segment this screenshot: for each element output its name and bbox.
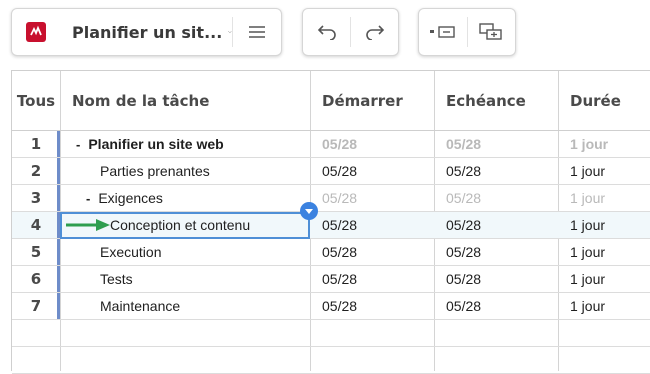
start-date-cell[interactable]: 05/28 [322, 212, 357, 238]
indent-toolbar [418, 8, 516, 56]
cell-dropdown-button[interactable] [300, 202, 318, 220]
duration-cell[interactable]: 1 jour [570, 293, 605, 319]
end-date-cell[interactable]: 05/28 [446, 212, 481, 238]
task-name-cell[interactable]: Maintenance [100, 293, 180, 319]
task-name-cell[interactable]: Conception et contenu [110, 212, 250, 238]
collapse-icon[interactable]: - [76, 137, 80, 152]
menu-button[interactable] [233, 9, 281, 55]
end-date-cell[interactable]: 05/28 [446, 239, 481, 265]
column-header-end[interactable]: Echéance [446, 71, 558, 131]
end-date-cell[interactable]: 05/28 [446, 158, 481, 184]
empty-row[interactable] [12, 347, 650, 374]
start-date-cell[interactable]: 05/28 [322, 293, 357, 319]
outdent-button[interactable] [419, 9, 467, 55]
task-grid: Tous Nom de la tâche Démarrer Echéance D… [11, 70, 650, 374]
start-date-cell[interactable]: 05/28 [322, 239, 357, 265]
row-hierarchy-bar [57, 131, 60, 157]
duration-cell[interactable]: 1 jour [570, 158, 605, 184]
task-name-cell[interactable]: - Exigences [86, 185, 163, 211]
indent-icon [479, 23, 502, 40]
table-row[interactable]: 1 - Planifier un site web 05/28 05/28 1 … [12, 131, 650, 158]
end-date-cell[interactable]: 05/28 [446, 131, 481, 157]
column-header-all[interactable]: Tous [12, 71, 60, 131]
duration-cell[interactable]: 1 jour [570, 239, 605, 265]
redo-button[interactable] [351, 9, 398, 55]
table-row[interactable]: 7 Maintenance 05/28 05/28 1 jour [12, 293, 650, 320]
chevron-down-icon [305, 208, 313, 214]
table-row[interactable]: 6 Tests 05/28 05/28 1 jour [12, 266, 650, 293]
row-hierarchy-bar [57, 293, 60, 319]
app-home-button[interactable] [12, 9, 60, 55]
green-arrow-icon [66, 219, 110, 231]
row-hierarchy-bar [57, 266, 60, 292]
start-date-cell[interactable]: 05/28 [322, 158, 357, 184]
row-number: 6 [30, 270, 42, 288]
task-name-cell[interactable]: Parties prenantes [100, 158, 210, 184]
duration-cell[interactable]: 1 jour [570, 185, 605, 211]
end-date-cell[interactable]: 05/28 [446, 266, 481, 292]
sheet-name-dropdown[interactable]: Planifier un sit... [60, 9, 232, 55]
column-header-task-name[interactable]: Nom de la tâche [72, 71, 310, 131]
collapse-icon[interactable]: - [86, 191, 90, 206]
row-number: 5 [30, 243, 42, 261]
redo-icon [365, 25, 384, 40]
start-date-cell[interactable]: 05/28 [322, 266, 357, 292]
table-row[interactable]: 2 Parties prenantes 05/28 05/28 1 jour [12, 158, 650, 185]
sheet-toolbar: Planifier un sit... [11, 8, 282, 56]
start-date-cell[interactable]: 05/28 [322, 131, 357, 157]
empty-row[interactable] [12, 320, 650, 347]
menu-icon [249, 26, 265, 38]
column-header-start[interactable]: Démarrer [322, 71, 434, 131]
task-name-cell[interactable]: - Planifier un site web [76, 131, 224, 157]
row-number: 3 [30, 189, 42, 207]
undo-icon [317, 25, 336, 40]
sheet-name: Planifier un sit... [72, 22, 223, 42]
task-name-cell[interactable]: Tests [100, 266, 133, 292]
row-number: 1 [30, 135, 42, 153]
row-hierarchy-bar [57, 158, 60, 184]
row-hierarchy-bar [57, 239, 60, 265]
row-number: 2 [30, 162, 42, 180]
end-date-cell[interactable]: 05/28 [446, 185, 481, 211]
end-date-cell[interactable]: 05/28 [446, 293, 481, 319]
undo-button[interactable] [303, 9, 350, 55]
row-hierarchy-bar [57, 185, 60, 211]
table-row-selected[interactable]: 4 Conception et contenu 05/28 05/28 1 jo… [12, 202, 650, 239]
row-number: 4 [30, 216, 42, 234]
start-date-cell[interactable]: 05/28 [322, 185, 357, 211]
task-name-cell[interactable]: Execution [100, 239, 161, 265]
table-row[interactable]: 5 Execution 05/28 05/28 1 jour [12, 239, 650, 266]
duration-cell[interactable]: 1 jour [570, 131, 608, 157]
task-name: Exigences [98, 190, 163, 206]
column-header-duration[interactable]: Durée [570, 71, 650, 131]
duration-cell[interactable]: 1 jour [570, 266, 605, 292]
history-toolbar [302, 8, 399, 56]
task-name: Planifier un site web [88, 136, 224, 152]
row-number: 7 [30, 297, 42, 315]
indent-button[interactable] [467, 9, 515, 55]
smartsheet-logo-icon [26, 22, 46, 42]
duration-cell[interactable]: 1 jour [570, 212, 605, 238]
outdent-icon [429, 26, 455, 38]
table-row[interactable]: 3 - Exigences 05/28 05/28 1 jour [12, 185, 650, 212]
